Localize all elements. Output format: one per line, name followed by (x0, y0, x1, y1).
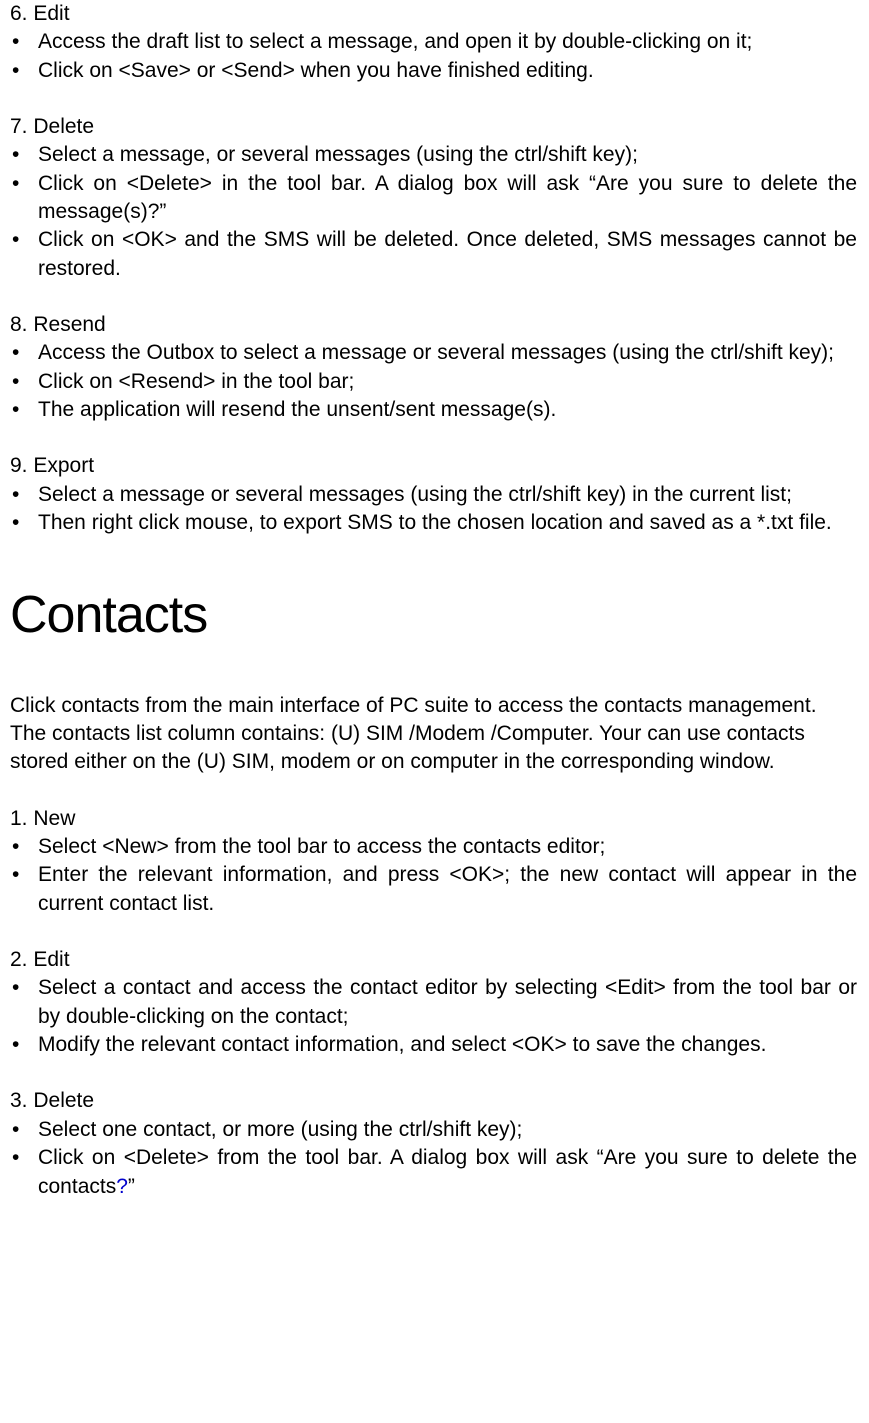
list-item-text: Click on <Delete> in the tool bar. A dia… (38, 170, 857, 227)
bullet-icon: • (10, 339, 38, 367)
question-mark: ? (116, 1175, 128, 1198)
contacts-1-title: 1. New (10, 805, 857, 833)
bullet-icon: • (10, 1031, 38, 1059)
contacts-heading: Contacts (10, 580, 857, 650)
bullet-icon: • (10, 1116, 38, 1144)
bullet-icon: • (10, 141, 38, 169)
list-item: •The application will resend the unsent/… (10, 396, 857, 424)
bullet-icon: • (10, 1144, 38, 1172)
list-item: •Click on <OK> and the SMS will be delet… (10, 226, 857, 283)
list-item-text: Then right click mouse, to export SMS to… (38, 509, 857, 537)
list-item: •Click on <Delete> in the tool bar. A di… (10, 170, 857, 227)
list-item: •Select a contact and access the contact… (10, 974, 857, 1031)
list-item-text: Access the draft list to select a messag… (38, 28, 857, 56)
bullet-icon: • (10, 396, 38, 424)
contacts-3-list: •Select one contact, or more (using the … (10, 1116, 857, 1201)
bullet-icon: • (10, 974, 38, 1002)
bullet-icon: • (10, 481, 38, 509)
bullet-icon: • (10, 226, 38, 254)
list-item-text: Select a message or several messages (us… (38, 481, 857, 509)
list-item-text: Select one contact, or more (using the c… (38, 1116, 857, 1144)
contacts-3-title: 3. Delete (10, 1087, 857, 1115)
section-8-title: 8. Resend (10, 311, 857, 339)
section-9-list: •Select a message or several messages (u… (10, 481, 857, 538)
section-8-list: •Access the Outbox to select a message o… (10, 339, 857, 424)
contacts-intro-1: Click contacts from the main interface o… (10, 692, 857, 720)
section-7-list: •Select a message, or several messages (… (10, 141, 857, 283)
list-item: •Click on <Delete> from the tool bar. A … (10, 1144, 857, 1201)
text-prefix: Click on <Delete> from the tool bar. A d… (38, 1146, 857, 1197)
section-7-title: 7. Delete (10, 113, 857, 141)
list-item: •Enter the relevant information, and pre… (10, 861, 857, 918)
list-item: •Select a message, or several messages (… (10, 141, 857, 169)
list-item: •Select a message or several messages (u… (10, 481, 857, 509)
section-6-title: 6. Edit (10, 0, 857, 28)
list-item-text: Modify the relevant contact information,… (38, 1031, 857, 1059)
contacts-2-list: •Select a contact and access the contact… (10, 974, 857, 1059)
list-item-text: Select <New> from the tool bar to access… (38, 833, 857, 861)
bullet-icon: • (10, 170, 38, 198)
list-item-text: Click on <Resend> in the tool bar; (38, 368, 857, 396)
text-suffix: ” (128, 1175, 135, 1198)
contacts-1-list: •Select <New> from the tool bar to acces… (10, 833, 857, 918)
bullet-icon: • (10, 861, 38, 889)
list-item: •Access the Outbox to select a message o… (10, 339, 857, 367)
bullet-icon: • (10, 28, 38, 56)
list-item-text: Access the Outbox to select a message or… (38, 339, 857, 367)
bullet-icon: • (10, 57, 38, 85)
list-item: •Select <New> from the tool bar to acces… (10, 833, 857, 861)
list-item: •Then right click mouse, to export SMS t… (10, 509, 857, 537)
contacts-intro-2: The contacts list column contains: (U) S… (10, 720, 857, 777)
bullet-icon: • (10, 509, 38, 537)
list-item-text: Select a contact and access the contact … (38, 974, 857, 1031)
list-item: •Modify the relevant contact information… (10, 1031, 857, 1059)
list-item-text: Select a message, or several messages (u… (38, 141, 857, 169)
list-item: •Access the draft list to select a messa… (10, 28, 857, 56)
bullet-icon: • (10, 368, 38, 396)
list-item: •Click on <Resend> in the tool bar; (10, 368, 857, 396)
list-item-text: Click on <Delete> from the tool bar. A d… (38, 1144, 857, 1201)
contacts-2-title: 2. Edit (10, 946, 857, 974)
list-item-text: The application will resend the unsent/s… (38, 396, 857, 424)
list-item-text: Click on <Save> or <Send> when you have … (38, 57, 857, 85)
list-item-text: Enter the relevant information, and pres… (38, 861, 857, 918)
section-9-title: 9. Export (10, 452, 857, 480)
list-item-text: Click on <OK> and the SMS will be delete… (38, 226, 857, 283)
section-6-list: •Access the draft list to select a messa… (10, 28, 857, 85)
bullet-icon: • (10, 833, 38, 861)
list-item: •Select one contact, or more (using the … (10, 1116, 857, 1144)
list-item: •Click on <Save> or <Send> when you have… (10, 57, 857, 85)
